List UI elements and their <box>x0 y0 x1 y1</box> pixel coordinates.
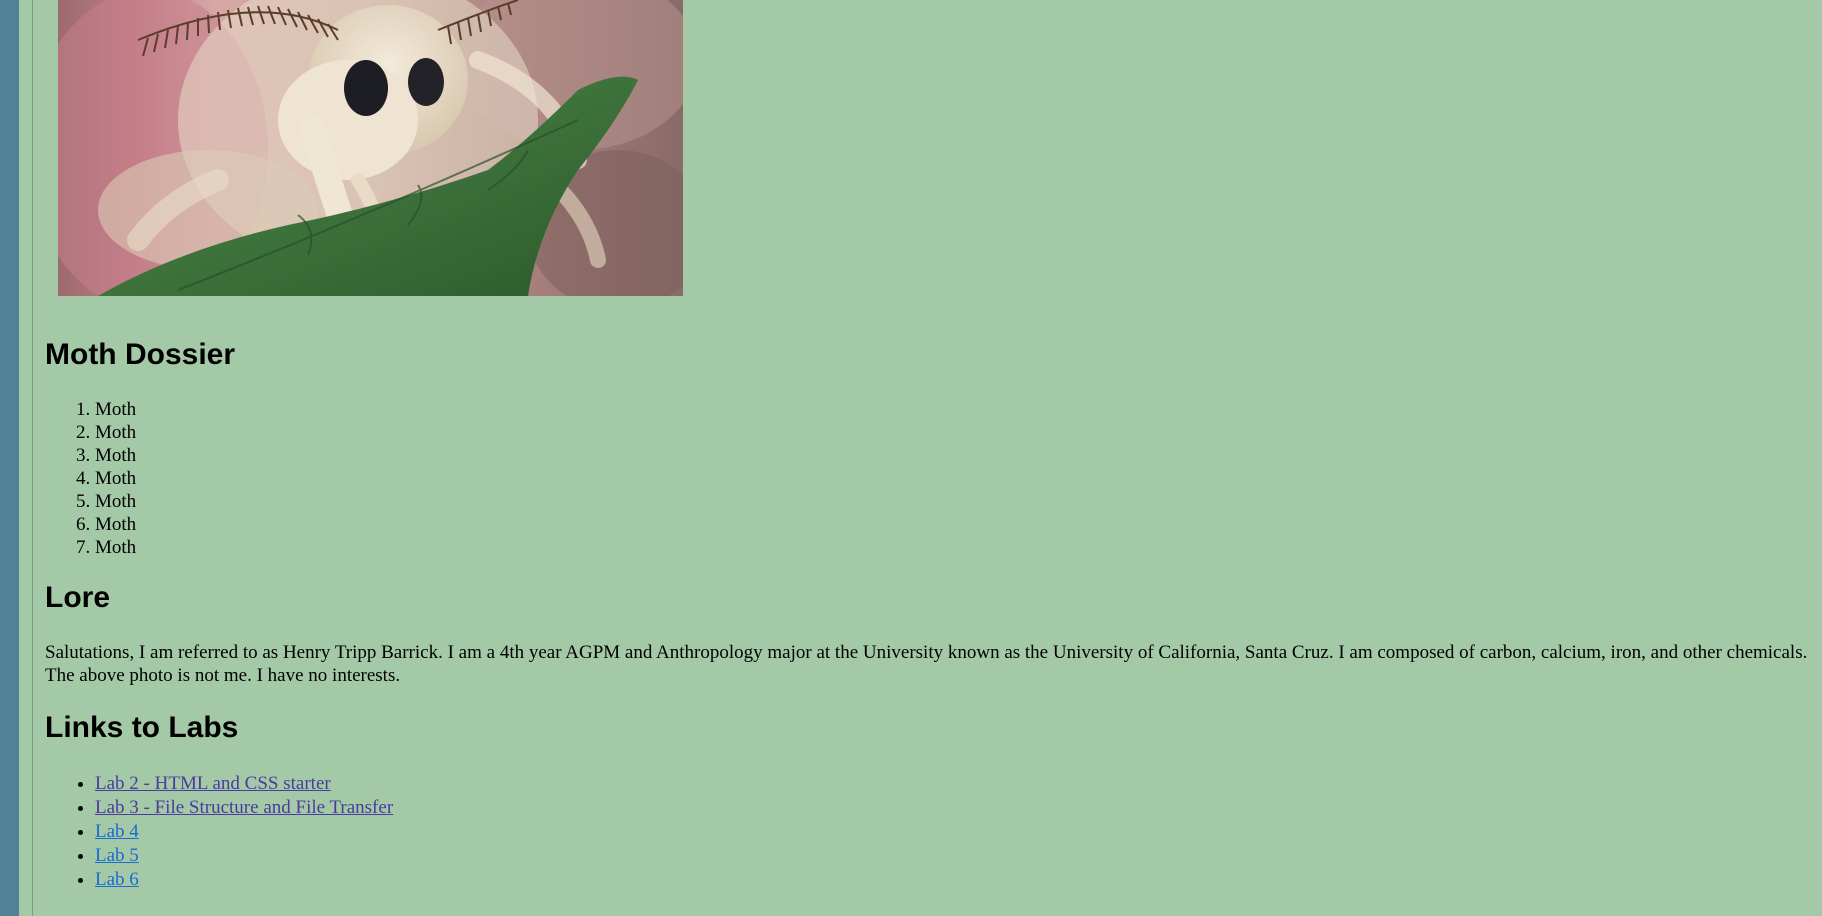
lab-2-link[interactable]: Lab 2 - HTML and CSS starter <box>95 773 331 794</box>
list-item: Moth <box>95 490 136 513</box>
lab-3-link[interactable]: Lab 3 - File Structure and File Transfer <box>95 797 393 818</box>
lab-6-link[interactable]: Lab 6 <box>95 869 139 890</box>
links-heading: Links to Labs <box>45 711 239 744</box>
list-item: Moth <box>95 536 136 559</box>
left-sidebar-stripe <box>0 0 19 916</box>
lab-links-list: Lab 2 - HTML and CSS starter Lab 3 - Fil… <box>45 772 393 892</box>
list-item: Lab 3 - File Structure and File Transfer <box>95 796 393 820</box>
lore-paragraph: Salutations, I am referred to as Henry T… <box>45 642 1808 686</box>
moth-list: Moth Moth Moth Moth Moth Moth Moth <box>45 398 136 559</box>
lab-4-link[interactable]: Lab 4 <box>95 821 139 842</box>
list-item: Lab 2 - HTML and CSS starter <box>95 772 393 796</box>
lore-heading: Lore <box>45 581 111 614</box>
sidebar-edge <box>19 0 33 916</box>
list-item: Moth <box>95 398 136 421</box>
moth-photo <box>58 0 683 296</box>
list-item: Moth <box>95 444 136 467</box>
list-item: Lab 4 <box>95 820 393 844</box>
list-item: Moth <box>95 513 136 536</box>
list-item: Moth <box>95 467 136 490</box>
list-item: Lab 6 <box>95 868 393 892</box>
list-item: Moth <box>95 421 136 444</box>
list-item: Lab 5 <box>95 844 393 868</box>
dossier-heading: Moth Dossier <box>45 338 236 371</box>
lab-5-link[interactable]: Lab 5 <box>95 845 139 866</box>
